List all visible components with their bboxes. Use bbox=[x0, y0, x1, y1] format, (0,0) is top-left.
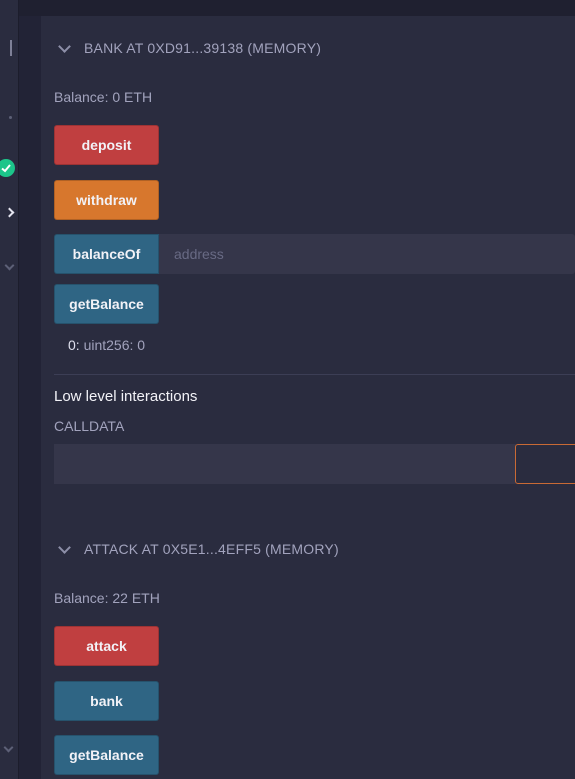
attack-balance: Balance: 22 ETH bbox=[54, 590, 160, 606]
withdraw-button[interactable]: withdraw bbox=[54, 180, 159, 220]
bank-getbalance-button[interactable]: getBalance bbox=[54, 284, 159, 324]
balanceof-input-wrapper bbox=[159, 234, 575, 274]
icon-rail bbox=[0, 0, 19, 779]
collapse-chevron-icon[interactable] bbox=[58, 39, 71, 53]
file-icon[interactable] bbox=[0, 40, 16, 56]
balanceof-button[interactable]: balanceOf bbox=[54, 234, 159, 274]
bank-contract-header[interactable]: BANK AT 0XD91...39138 (MEMORY) bbox=[56, 37, 321, 59]
debugger-icon[interactable] bbox=[0, 258, 16, 274]
plugin-icon[interactable] bbox=[0, 110, 16, 126]
bank-balance: Balance: 0 ETH bbox=[54, 89, 153, 105]
settings-chevron-icon[interactable] bbox=[0, 742, 16, 758]
output-value: uint256: 0 bbox=[83, 337, 146, 353]
attack-contract-title: ATTACK AT 0X5E1...4EFF5 (MEMORY) bbox=[84, 541, 339, 557]
attack-button[interactable]: attack bbox=[54, 626, 159, 666]
transact-button[interactable] bbox=[515, 444, 575, 484]
bank-contract-title: BANK AT 0XD91...39138 (MEMORY) bbox=[84, 40, 322, 56]
getbalance-output: 0: uint256: 0 bbox=[68, 337, 145, 353]
collapse-chevron-icon[interactable] bbox=[58, 540, 71, 554]
attack-contract-header[interactable]: ATTACK AT 0X5E1...4EFF5 (MEMORY) bbox=[56, 538, 339, 560]
low-level-interactions-title: Low level interactions bbox=[54, 388, 198, 405]
compile-success-icon[interactable] bbox=[0, 159, 15, 177]
calldata-input[interactable] bbox=[54, 444, 516, 484]
attack-getbalance-button[interactable]: getBalance bbox=[54, 735, 159, 775]
balanceof-address-input[interactable] bbox=[159, 234, 575, 274]
output-index: 0: bbox=[68, 337, 80, 353]
bank-address-button[interactable]: bank bbox=[54, 681, 159, 721]
calldata-label: CALLDATA bbox=[54, 418, 125, 434]
deploy-run-icon[interactable] bbox=[0, 205, 16, 221]
deposit-button[interactable]: deposit bbox=[54, 125, 159, 165]
top-bar bbox=[19, 0, 575, 16]
divider bbox=[54, 374, 575, 375]
